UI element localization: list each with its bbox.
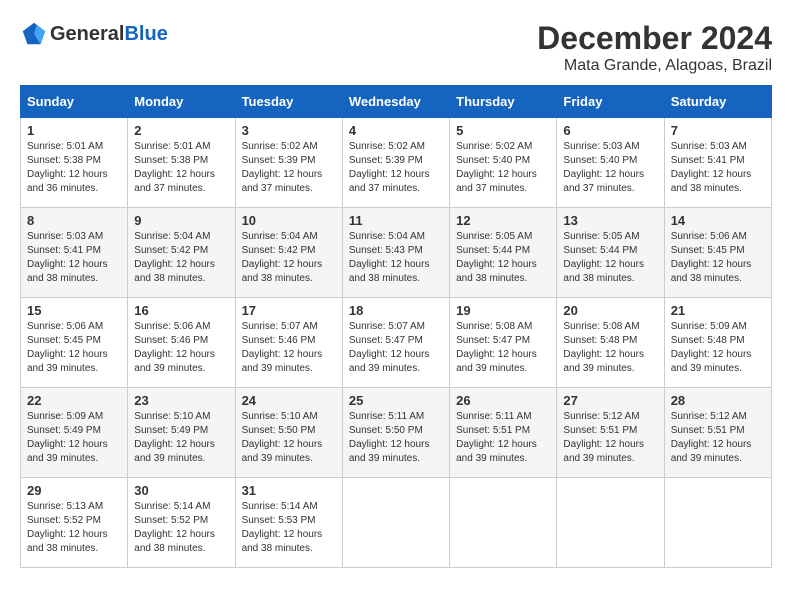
calendar-day-cell: 20Sunrise: 5:08 AMSunset: 5:48 PMDayligh…	[557, 298, 664, 388]
col-saturday: Saturday	[664, 86, 771, 118]
calendar-header-row: Sunday Monday Tuesday Wednesday Thursday…	[21, 86, 772, 118]
empty-cell	[557, 478, 664, 568]
empty-cell	[664, 478, 771, 568]
logo-icon	[20, 20, 48, 48]
calendar-day-cell: 25Sunrise: 5:11 AMSunset: 5:50 PMDayligh…	[342, 388, 449, 478]
calendar-day-cell: 15Sunrise: 5:06 AMSunset: 5:45 PMDayligh…	[21, 298, 128, 388]
col-sunday: Sunday	[21, 86, 128, 118]
calendar-day-cell: 5Sunrise: 5:02 AMSunset: 5:40 PMDaylight…	[450, 118, 557, 208]
calendar-day-cell: 17Sunrise: 5:07 AMSunset: 5:46 PMDayligh…	[235, 298, 342, 388]
col-friday: Friday	[557, 86, 664, 118]
calendar-day-cell: 12Sunrise: 5:05 AMSunset: 5:44 PMDayligh…	[450, 208, 557, 298]
col-monday: Monday	[128, 86, 235, 118]
title-section: December 2024 Mata Grande, Alagoas, Braz…	[537, 20, 772, 75]
calendar-week-row: 29Sunrise: 5:13 AMSunset: 5:52 PMDayligh…	[21, 478, 772, 568]
logo-general-text: General	[50, 23, 124, 46]
empty-cell	[342, 478, 449, 568]
empty-cell	[450, 478, 557, 568]
col-thursday: Thursday	[450, 86, 557, 118]
calendar-day-cell: 11Sunrise: 5:04 AMSunset: 5:43 PMDayligh…	[342, 208, 449, 298]
col-tuesday: Tuesday	[235, 86, 342, 118]
calendar-day-cell: 30Sunrise: 5:14 AMSunset: 5:52 PMDayligh…	[128, 478, 235, 568]
calendar-day-cell: 26Sunrise: 5:11 AMSunset: 5:51 PMDayligh…	[450, 388, 557, 478]
location: Mata Grande, Alagoas, Brazil	[537, 57, 772, 75]
month-title: December 2024	[537, 20, 772, 57]
calendar-day-cell: 31Sunrise: 5:14 AMSunset: 5:53 PMDayligh…	[235, 478, 342, 568]
calendar-day-cell: 14Sunrise: 5:06 AMSunset: 5:45 PMDayligh…	[664, 208, 771, 298]
calendar-table: Sunday Monday Tuesday Wednesday Thursday…	[20, 85, 772, 568]
calendar-week-row: 8Sunrise: 5:03 AMSunset: 5:41 PMDaylight…	[21, 208, 772, 298]
calendar-day-cell: 3Sunrise: 5:02 AMSunset: 5:39 PMDaylight…	[235, 118, 342, 208]
calendar-day-cell: 8Sunrise: 5:03 AMSunset: 5:41 PMDaylight…	[21, 208, 128, 298]
calendar-week-row: 1Sunrise: 5:01 AMSunset: 5:38 PMDaylight…	[21, 118, 772, 208]
calendar-day-cell: 29Sunrise: 5:13 AMSunset: 5:52 PMDayligh…	[21, 478, 128, 568]
calendar-day-cell: 13Sunrise: 5:05 AMSunset: 5:44 PMDayligh…	[557, 208, 664, 298]
logo-blue-text: Blue	[124, 23, 167, 46]
calendar-day-cell: 22Sunrise: 5:09 AMSunset: 5:49 PMDayligh…	[21, 388, 128, 478]
col-wednesday: Wednesday	[342, 86, 449, 118]
calendar-day-cell: 7Sunrise: 5:03 AMSunset: 5:41 PMDaylight…	[664, 118, 771, 208]
calendar-day-cell: 19Sunrise: 5:08 AMSunset: 5:47 PMDayligh…	[450, 298, 557, 388]
calendar-day-cell: 4Sunrise: 5:02 AMSunset: 5:39 PMDaylight…	[342, 118, 449, 208]
page-header: GeneralBlue December 2024 Mata Grande, A…	[20, 20, 772, 75]
logo: GeneralBlue	[20, 20, 168, 48]
calendar-day-cell: 6Sunrise: 5:03 AMSunset: 5:40 PMDaylight…	[557, 118, 664, 208]
calendar-day-cell: 2Sunrise: 5:01 AMSunset: 5:38 PMDaylight…	[128, 118, 235, 208]
calendar-week-row: 22Sunrise: 5:09 AMSunset: 5:49 PMDayligh…	[21, 388, 772, 478]
calendar-day-cell: 18Sunrise: 5:07 AMSunset: 5:47 PMDayligh…	[342, 298, 449, 388]
calendar-day-cell: 1Sunrise: 5:01 AMSunset: 5:38 PMDaylight…	[21, 118, 128, 208]
calendar-day-cell: 27Sunrise: 5:12 AMSunset: 5:51 PMDayligh…	[557, 388, 664, 478]
calendar-week-row: 15Sunrise: 5:06 AMSunset: 5:45 PMDayligh…	[21, 298, 772, 388]
calendar-day-cell: 16Sunrise: 5:06 AMSunset: 5:46 PMDayligh…	[128, 298, 235, 388]
calendar-day-cell: 21Sunrise: 5:09 AMSunset: 5:48 PMDayligh…	[664, 298, 771, 388]
calendar-day-cell: 28Sunrise: 5:12 AMSunset: 5:51 PMDayligh…	[664, 388, 771, 478]
calendar-day-cell: 10Sunrise: 5:04 AMSunset: 5:42 PMDayligh…	[235, 208, 342, 298]
calendar-day-cell: 9Sunrise: 5:04 AMSunset: 5:42 PMDaylight…	[128, 208, 235, 298]
calendar-day-cell: 23Sunrise: 5:10 AMSunset: 5:49 PMDayligh…	[128, 388, 235, 478]
calendar-day-cell: 24Sunrise: 5:10 AMSunset: 5:50 PMDayligh…	[235, 388, 342, 478]
